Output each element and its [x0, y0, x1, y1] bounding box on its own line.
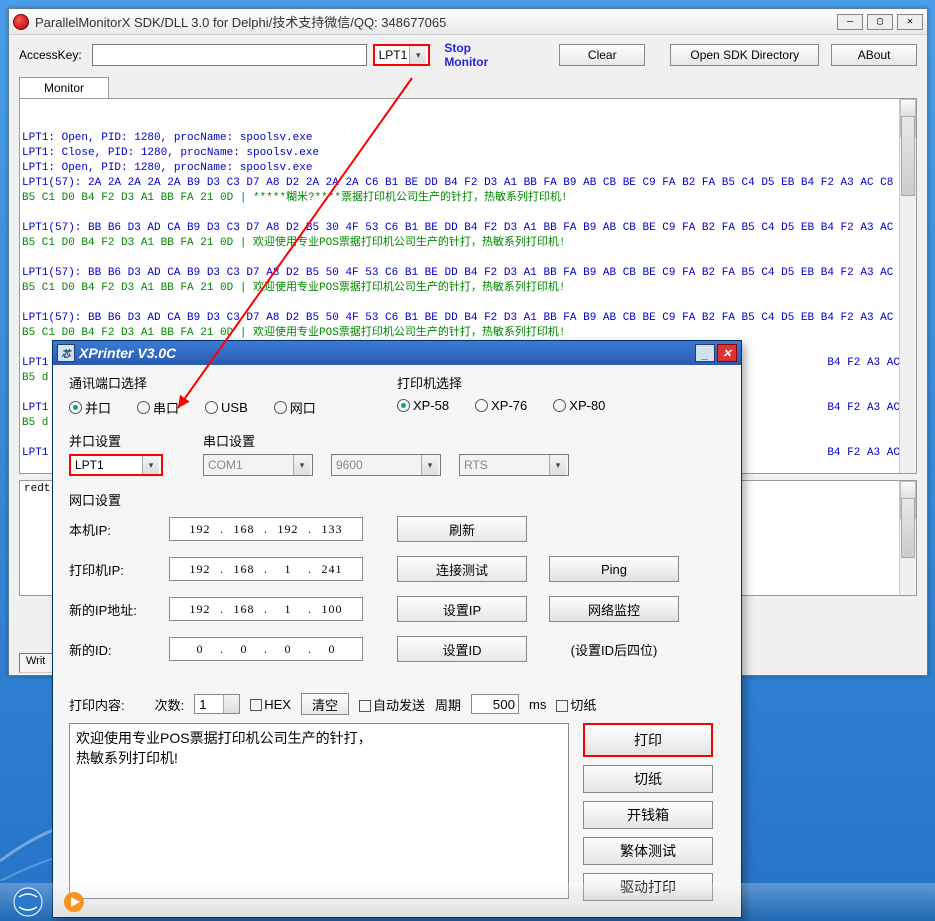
app-icon [13, 14, 29, 30]
set-ip-button[interactable]: 设置IP [397, 596, 527, 622]
xprinter-window: 芯 XPrinter V3.0C _ ✕ 通讯端口选择 并口 串口 USB 网口… [52, 340, 742, 918]
print-textarea[interactable]: 欢迎使用专业POS票据打印机公司生产的针打， 热敏系列打印机! [69, 723, 569, 899]
cut-checkbox[interactable]: 切纸 [556, 695, 596, 714]
local-ip-field[interactable]: 192. 168. 192. 133 [169, 517, 363, 541]
clear-text-button[interactable]: 清空 [301, 693, 349, 715]
taskbar[interactable] [0, 883, 935, 921]
about-button[interactable]: ABout [831, 44, 917, 66]
open-sdk-button[interactable]: Open SDK Directory [670, 44, 819, 66]
traditional-test-button[interactable]: 繁体测试 [583, 837, 713, 865]
printer-select-label: 打印机选择 [397, 373, 725, 392]
accesskey-label: AccessKey: [19, 48, 82, 62]
ms-label: ms [529, 697, 546, 712]
log-line: LPT1: Close, PID: 1280, procName: spools… [22, 146, 914, 161]
cut-paper-button[interactable]: 切纸 [583, 765, 713, 793]
xprinter-icon: 芯 [57, 344, 75, 362]
log-line: B5 C1 D0 B4 F2 D3 A1 BB FA 21 0D | 欢迎使用专… [22, 281, 914, 296]
log-line: LPT1(57): 2A 2A 2A 2A 2A B9 D3 C3 D7 A8 … [22, 176, 914, 191]
maximize-button[interactable]: ▢ [867, 14, 893, 30]
open-drawer-button[interactable]: 开钱箱 [583, 801, 713, 829]
log-line: B5 C1 D0 B4 F2 D3 A1 BB FA 21 0D | 欢迎使用专… [22, 326, 914, 341]
flow-combo[interactable]: RTS [459, 454, 569, 476]
net-settings-label: 网口设置 [69, 493, 121, 508]
log-line: LPT1: Open, PID: 1280, procName: spoolsv… [22, 161, 914, 176]
xprinter-title: XPrinter V3.0C [79, 345, 176, 361]
baud-combo[interactable]: 9600 [331, 454, 441, 476]
count-label: 次数: [155, 695, 185, 714]
radio-parallel[interactable]: 并口 [69, 398, 111, 417]
xprinter-close[interactable]: ✕ [717, 344, 737, 362]
close-button[interactable]: ✕ [897, 14, 923, 30]
count-spinner[interactable]: 1 [194, 694, 240, 714]
minimize-button[interactable]: — [837, 14, 863, 30]
redt-text: redt [24, 483, 50, 495]
vertical-scrollbar[interactable] [899, 99, 916, 473]
log-line: B5 C1 D0 B4 F2 D3 A1 BB FA 21 0D | 欢迎使用专… [22, 236, 914, 251]
printer-ip-label: 打印机IP: [69, 560, 169, 579]
auto-send-checkbox[interactable]: 自动发送 [359, 695, 425, 714]
log-line [22, 251, 914, 266]
comm-port-label: 通讯端口选择 [69, 373, 397, 392]
refresh-button[interactable]: 刷新 [397, 516, 527, 542]
conn-test-button[interactable]: 连接测试 [397, 556, 527, 582]
tab-strip: Monitor [19, 77, 917, 98]
parallel-settings-label: 并口设置 [69, 431, 163, 450]
vertical-scrollbar-2[interactable] [899, 481, 916, 595]
printer-ip-field[interactable]: 192. 168. 1. 241 [169, 557, 363, 581]
hex-checkbox[interactable]: HEX [250, 697, 291, 712]
log-line: LPT1(57): BB B6 D3 AD CA B9 D3 C3 D7 A8 … [22, 266, 914, 281]
local-ip-label: 本机IP: [69, 520, 169, 539]
window-title: ParallelMonitorX SDK/DLL 3.0 for Delphi/… [35, 12, 837, 31]
radio-xp80[interactable]: XP-80 [553, 398, 605, 413]
log-line: B5 C1 D0 B4 F2 D3 A1 BB FA 21 0D | *****… [22, 191, 914, 206]
com-combo[interactable]: COM1 [203, 454, 313, 476]
lpt-combo[interactable]: LPT1 [69, 454, 163, 476]
xprinter-minimize[interactable]: _ [695, 344, 715, 362]
radio-usb[interactable]: USB [205, 400, 248, 415]
period-label: 周期 [435, 695, 461, 714]
id-hint: (设置ID后四位) [549, 640, 679, 659]
new-ip-label: 新的IP地址: [69, 600, 169, 619]
start-orb-icon[interactable] [8, 887, 48, 917]
log-line [22, 206, 914, 221]
radio-net[interactable]: 网口 [274, 398, 316, 417]
xprinter-titlebar[interactable]: 芯 XPrinter V3.0C _ ✕ [53, 341, 741, 365]
toolbar: AccessKey: LPT1 Stop Monitor Clear Open … [9, 35, 927, 75]
log-line: LPT1: Open, PID: 1280, procName: spoolsv… [22, 131, 914, 146]
log-line: LPT1(57): BB B6 D3 AD CA B9 D3 C3 D7 A8 … [22, 311, 914, 326]
radio-xp58[interactable]: XP-58 [397, 398, 449, 413]
print-content-label: 打印内容: [69, 695, 125, 714]
period-field[interactable] [471, 694, 519, 714]
accesskey-input[interactable] [92, 44, 367, 66]
clear-button[interactable]: Clear [559, 44, 645, 66]
log-line [22, 296, 914, 311]
new-ip-field[interactable]: 192. 168. 1. 100 [169, 597, 363, 621]
media-player-icon[interactable] [54, 887, 94, 917]
port-combo[interactable]: LPT1 [373, 44, 431, 66]
net-monitor-button[interactable]: 网络监控 [549, 596, 679, 622]
set-id-button[interactable]: 设置ID [397, 636, 527, 662]
log-line: LPT1(57): BB B6 D3 AD CA B9 D3 C3 D7 A8 … [22, 221, 914, 236]
ping-button[interactable]: Ping [549, 556, 679, 582]
titlebar[interactable]: ParallelMonitorX SDK/DLL 3.0 for Delphi/… [9, 9, 927, 35]
new-id-field[interactable]: 0. 0. 0. 0 [169, 637, 363, 661]
radio-xp76[interactable]: XP-76 [475, 398, 527, 413]
radio-serial[interactable]: 串口 [137, 398, 179, 417]
serial-settings-label: 串口设置 [203, 431, 569, 450]
tab-monitor[interactable]: Monitor [19, 77, 109, 98]
print-button[interactable]: 打印 [583, 723, 713, 757]
new-id-label: 新的ID: [69, 640, 169, 659]
stop-monitor-label[interactable]: Stop Monitor [444, 41, 513, 69]
